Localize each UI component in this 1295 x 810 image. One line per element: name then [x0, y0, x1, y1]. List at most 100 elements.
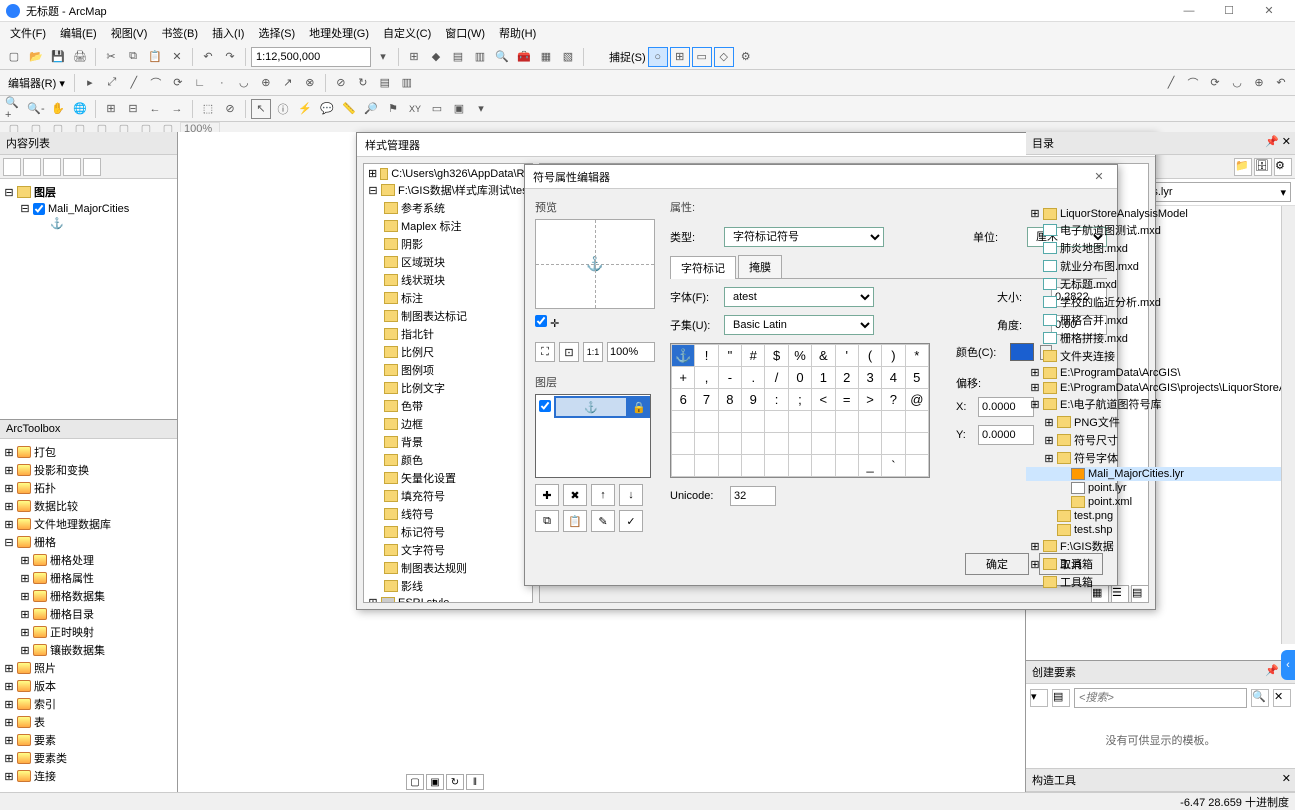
catalog-item[interactable]: 肺炎地图.mxd: [1026, 239, 1295, 257]
attributes-button[interactable]: ▤: [375, 73, 395, 93]
catalog-item[interactable]: ⊞E:\ProgramData\ArcGIS\projects\LiquorSt…: [1026, 380, 1295, 395]
char-cell[interactable]: >: [858, 389, 881, 411]
layer-item-checkbox[interactable]: [539, 400, 551, 412]
char-cell[interactable]: :: [765, 389, 788, 411]
char-cell[interactable]: 2: [835, 367, 858, 389]
layer-item-lock[interactable]: 🔒: [628, 396, 650, 418]
char-cell[interactable]: @: [905, 389, 928, 411]
toc-layer-label[interactable]: Mali_MajorCities: [48, 203, 129, 215]
char-cell[interactable]: [835, 411, 858, 433]
identify-button[interactable]: ⓘ: [273, 99, 293, 119]
char-cell[interactable]: 1: [812, 367, 835, 389]
zoom-full-button[interactable]: ⛶: [535, 342, 555, 362]
select-features[interactable]: ⬚: [198, 99, 218, 119]
char-cell[interactable]: [905, 411, 928, 433]
save-button[interactable]: 💾: [48, 47, 68, 67]
char-cell[interactable]: [905, 433, 928, 455]
char-cell[interactable]: 7: [695, 389, 718, 411]
toolbar-options[interactable]: ▾: [471, 99, 491, 119]
catalog-connect-folder[interactable]: 📁: [1234, 158, 1252, 176]
delete-button[interactable]: ✕: [167, 47, 187, 67]
char-cell[interactable]: [788, 433, 811, 455]
arctoolbox-item[interactable]: ⊞要素类: [4, 749, 173, 767]
find-route[interactable]: ⚑: [383, 99, 403, 119]
char-cell[interactable]: [718, 455, 741, 477]
catalog-item[interactable]: point.xml: [1026, 495, 1295, 509]
char-cell[interactable]: [742, 433, 765, 455]
menu-view[interactable]: 视图(V): [105, 23, 154, 43]
refresh-button[interactable]: ↻: [446, 774, 464, 790]
minimize-button[interactable]: —: [1169, 1, 1209, 21]
html-popup[interactable]: 💬: [317, 99, 337, 119]
editor-extra2[interactable]: ⌒: [1183, 73, 1203, 93]
char-cell[interactable]: 5: [905, 367, 928, 389]
fixed-zoom-in[interactable]: ⊞: [101, 99, 121, 119]
side-collapse-handle[interactable]: ‹: [1281, 650, 1295, 680]
char-cell[interactable]: `: [882, 455, 905, 477]
paste-layer-button[interactable]: 📋: [563, 510, 587, 532]
style-folder[interactable]: 文字符号: [366, 541, 530, 559]
style-tree[interactable]: ⊞C:\Users\gh326\AppData\Rc⊟F:\GIS数据\样式库测…: [363, 163, 533, 603]
toc-tree[interactable]: ⊟图层 ⊟Mali_MajorCities ⚓: [0, 179, 177, 419]
zoom-combo[interactable]: [607, 342, 655, 362]
char-cell[interactable]: !: [695, 345, 718, 367]
copy-button[interactable]: ⧉: [123, 47, 143, 67]
redo-button[interactable]: ↷: [220, 47, 240, 67]
char-cell[interactable]: 6: [672, 389, 695, 411]
catalog-vscroll[interactable]: [1281, 206, 1295, 644]
style-folder[interactable]: 标注: [366, 289, 530, 307]
char-cell[interactable]: [788, 411, 811, 433]
endpoint-arc[interactable]: ◡: [234, 73, 254, 93]
catalog-item[interactable]: 学校的临近分析.mxd: [1026, 293, 1295, 311]
arctoolbox-tree[interactable]: ⊞打包⊞投影和变换⊞拓扑⊞数据比较⊞文件地理数据库⊟栅格⊞栅格处理⊞栅格属性⊞栅…: [0, 439, 177, 789]
editor-extra3[interactable]: ⟳: [1205, 73, 1225, 93]
style-folder[interactable]: 填充符号: [366, 487, 530, 505]
style-folder[interactable]: 线符号: [366, 505, 530, 523]
arctoolbox-subitem[interactable]: ⊞栅格目录: [4, 605, 173, 623]
paste-button[interactable]: 📋: [145, 47, 165, 67]
char-cell[interactable]: [672, 433, 695, 455]
char-cell[interactable]: #: [742, 345, 765, 367]
style-folder[interactable]: 线状斑块: [366, 271, 530, 289]
arctoolbox-item[interactable]: ⊞要素: [4, 731, 173, 749]
snap-point-button[interactable]: ○: [648, 47, 668, 67]
style-folder[interactable]: 边框: [366, 415, 530, 433]
menu-file[interactable]: 文件(F): [4, 23, 52, 43]
arctoolbox-subitem[interactable]: ⊞栅格数据集: [4, 587, 173, 605]
layout-view-tab[interactable]: ▣: [426, 774, 444, 790]
right-angle[interactable]: ∟: [190, 73, 210, 93]
create-clear-button[interactable]: ✕: [1273, 689, 1291, 707]
layer-item-symbol[interactable]: ⚓: [554, 396, 628, 418]
hyperlink-button[interactable]: ⚡: [295, 99, 315, 119]
char-cell[interactable]: [812, 433, 835, 455]
modelbuilder-button[interactable]: ▧: [558, 47, 578, 67]
style-folder[interactable]: Maplex 标注: [366, 217, 530, 235]
char-cell[interactable]: [882, 433, 905, 455]
viewer-window[interactable]: ▣: [449, 99, 469, 119]
snap-settings-button[interactable]: ⚙: [736, 47, 756, 67]
arctoolbox-item[interactable]: ⊞数据比较: [4, 497, 173, 515]
char-cell[interactable]: [812, 411, 835, 433]
char-cell[interactable]: ;: [788, 389, 811, 411]
layer-visibility-checkbox[interactable]: [33, 203, 45, 215]
measure-button[interactable]: 📏: [339, 99, 359, 119]
editor-extra1[interactable]: ╱: [1161, 73, 1181, 93]
arctoolbox-subitem[interactable]: ⊞栅格处理: [4, 551, 173, 569]
style-folder[interactable]: 比例文字: [366, 379, 530, 397]
toc-list-by-source[interactable]: [23, 158, 41, 176]
arctoolbox-item[interactable]: ⊞索引: [4, 695, 173, 713]
char-cell[interactable]: ": [718, 345, 741, 367]
catalog-item[interactable]: 栅格拼接.mxd: [1026, 329, 1295, 347]
char-cell[interactable]: [695, 455, 718, 477]
char-cell[interactable]: %: [788, 345, 811, 367]
char-cell[interactable]: 9: [742, 389, 765, 411]
char-cell[interactable]: [718, 411, 741, 433]
catalog-item[interactable]: ⊞PNG文件: [1026, 413, 1295, 431]
arctoolbox-item[interactable]: ⊞版本: [4, 677, 173, 695]
full-extent-button[interactable]: 🌐: [70, 99, 90, 119]
char-cell[interactable]: .: [742, 367, 765, 389]
move-up-button[interactable]: ↑: [591, 484, 615, 506]
create-search-button[interactable]: 🔍: [1251, 689, 1269, 707]
straight-segment[interactable]: ╱: [124, 73, 144, 93]
char-cell[interactable]: 8: [718, 389, 741, 411]
